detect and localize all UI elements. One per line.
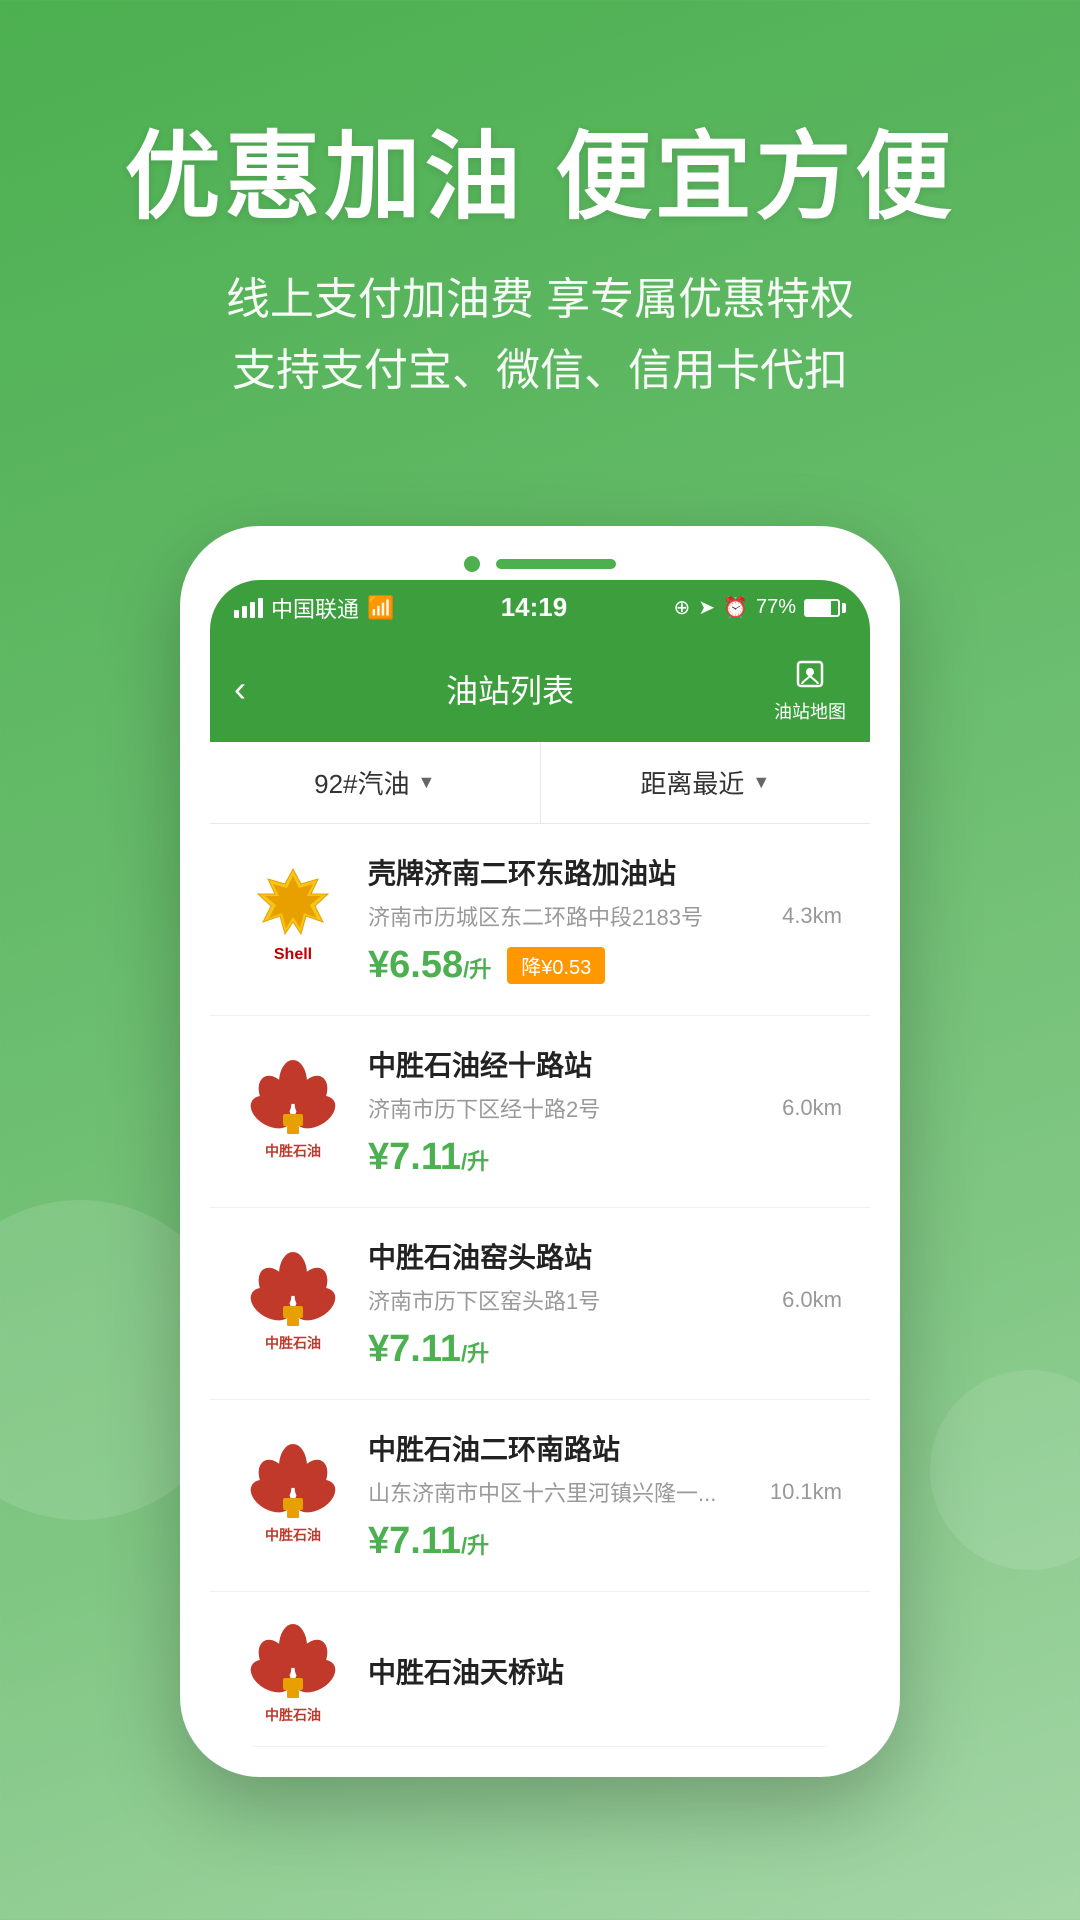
- zhongsheng-logo-svg-2: 中胜石油: [243, 1056, 343, 1166]
- station-item[interactable]: 中胜石油 中胜石油天桥站: [210, 1592, 870, 1747]
- station-item[interactable]: 中胜石油 中胜石油经十路站 济南市历下区经十路2号 6.0km ¥7.11/升: [210, 1016, 870, 1208]
- fuel-type-label: 92#汽油: [314, 764, 409, 801]
- battery-fill: [806, 601, 831, 615]
- station-3-name: 中胜石油窑头路站: [368, 1236, 842, 1276]
- signal-bar-3: [250, 602, 255, 618]
- phone-frame: 中国联通 📶 14:19 ⊕ ➤ ⏰ 77%: [180, 526, 900, 1777]
- phone-camera: [464, 556, 480, 572]
- battery-percent: 77%: [756, 596, 796, 619]
- station-3-address-row: 济南市历下区窑头路1号 6.0km: [368, 1284, 842, 1316]
- station-3-info: 中胜石油窑头路站 济南市历下区窑头路1号 6.0km ¥7.11/升: [368, 1236, 842, 1371]
- svg-text:中胜石油: 中胜石油: [265, 1335, 321, 1351]
- station-1-price: ¥6.58/升: [368, 944, 491, 987]
- battery-body: [804, 599, 840, 617]
- sort-arrow: ▼: [752, 772, 770, 793]
- station-5-name: 中胜石油天桥站: [368, 1651, 842, 1691]
- station-1-info: 壳牌济南二环东路加油站 济南市历城区东二环路中段2183号 4.3km ¥6.5…: [368, 852, 842, 987]
- station-2-address: 济南市历下区经十路2号: [368, 1092, 600, 1124]
- phone-screen: 中国联通 📶 14:19 ⊕ ➤ ⏰ 77%: [210, 580, 870, 1747]
- signal-bar-2: [242, 606, 247, 618]
- status-bar: 中国联通 📶 14:19 ⊕ ➤ ⏰ 77%: [210, 580, 870, 636]
- station-3-address: 济南市历下区窑头路1号: [368, 1284, 600, 1316]
- signal-bar-1: [234, 610, 239, 618]
- station-2-info: 中胜石油经十路站 济南市历下区经十路2号 6.0km ¥7.11/升: [368, 1044, 842, 1179]
- station-item[interactable]: Shell 壳牌济南二环东路加油站 济南市历城区东二环路中段2183号 4.3k…: [210, 824, 870, 1016]
- station-item[interactable]: 中胜石油 中胜石油二环南路站 山东济南市中区十六里河镇兴隆一... 10.1km…: [210, 1400, 870, 1592]
- wifi-icon: 📶: [367, 595, 394, 621]
- hero-section: 优惠加油 便宜方便 线上支付加油费 享专属优惠特权 支持支付宝、微信、信用卡代扣: [0, 0, 1080, 466]
- svg-text:中胜石油: 中胜石油: [265, 1143, 321, 1159]
- station-1-discount: 降¥0.53: [507, 947, 605, 984]
- station-item[interactable]: 中胜石油 中胜石油窑头路站 济南市历下区窑头路1号 6.0km ¥7.11/升: [210, 1208, 870, 1400]
- signal-bar-4: [258, 598, 263, 618]
- status-right: ⊕ ➤ ⏰ 77%: [674, 595, 846, 620]
- map-label: 油站地图: [774, 698, 846, 724]
- signal-icon: [234, 598, 263, 618]
- station-5-info: 中胜石油天桥站: [368, 1651, 842, 1699]
- shell-logo-svg: Shell: [243, 864, 343, 974]
- station-3-price-row: ¥7.11/升: [368, 1328, 842, 1371]
- station-4-price: ¥7.11/升: [368, 1520, 489, 1563]
- station-4-name: 中胜石油二环南路站: [368, 1428, 842, 1468]
- phone-notch: [210, 556, 870, 572]
- station-3-distance: 6.0km: [782, 1287, 842, 1313]
- hero-subtitle-line1: 线上支付加油费 享专属优惠特权: [60, 265, 1020, 335]
- svg-text:中胜石油: 中胜石油: [265, 1527, 321, 1543]
- battery-icon: [804, 599, 846, 617]
- zhongsheng-logo-svg-3: 中胜石油: [243, 1248, 343, 1358]
- status-time: 14:19: [501, 592, 568, 623]
- hero-subtitle-line2: 支持支付宝、微信、信用卡代扣: [60, 336, 1020, 406]
- sort-label: 距离最近: [640, 764, 744, 801]
- sort-filter[interactable]: 距离最近 ▼: [541, 742, 871, 823]
- station-2-address-row: 济南市历下区经十路2号 6.0km: [368, 1092, 842, 1124]
- station-3-price: ¥7.11/升: [368, 1328, 489, 1371]
- station-1-address: 济南市历城区东二环路中段2183号: [368, 900, 703, 932]
- location-icon: ⊕: [674, 595, 691, 620]
- battery-cap: [842, 603, 846, 613]
- station-1-address-row: 济南市历城区东二环路中段2183号 4.3km: [368, 900, 842, 932]
- station-4-info: 中胜石油二环南路站 山东济南市中区十六里河镇兴隆一... 10.1km ¥7.1…: [368, 1428, 842, 1563]
- fuel-type-filter[interactable]: 92#汽油 ▼: [210, 742, 541, 823]
- svg-text:Shell: Shell: [274, 946, 312, 963]
- station-1-price-row: ¥6.58/升 降¥0.53: [368, 944, 842, 987]
- phone-speaker: [496, 559, 616, 569]
- status-left: 中国联通 📶: [234, 592, 394, 624]
- station-logo-zhongsheng-2: 中胜石油: [238, 1056, 348, 1166]
- nav-icon: ➤: [698, 595, 715, 620]
- carrier-name: 中国联通: [271, 592, 359, 624]
- alarm-icon: ⏰: [723, 595, 748, 620]
- hero-title: 优惠加油 便宜方便: [60, 120, 1020, 235]
- station-4-price-row: ¥7.11/升: [368, 1520, 842, 1563]
- fuel-type-arrow: ▼: [418, 772, 436, 793]
- phone-container: 中国联通 📶 14:19 ⊕ ➤ ⏰ 77%: [0, 526, 1080, 1777]
- station-logo-zhongsheng-3: 中胜石油: [238, 1248, 348, 1358]
- station-2-price-row: ¥7.11/升: [368, 1136, 842, 1179]
- station-4-address-row: 山东济南市中区十六里河镇兴隆一... 10.1km: [368, 1476, 842, 1508]
- map-icon: [790, 654, 830, 694]
- station-logo-zhongsheng-4: 中胜石油: [238, 1440, 348, 1550]
- filter-bar: 92#汽油 ▼ 距离最近 ▼: [210, 742, 870, 824]
- station-1-distance: 4.3km: [782, 903, 842, 929]
- station-2-name: 中胜石油经十路站: [368, 1044, 842, 1084]
- station-4-distance: 10.1km: [770, 1479, 842, 1505]
- station-2-distance: 6.0km: [782, 1095, 842, 1121]
- map-button[interactable]: 油站地图: [774, 654, 846, 724]
- station-1-name: 壳牌济南二环东路加油站: [368, 852, 842, 892]
- zhongsheng-logo-svg-4: 中胜石油: [243, 1440, 343, 1550]
- station-logo-zhongsheng-5: 中胜石油: [238, 1620, 348, 1730]
- hero-subtitle: 线上支付加油费 享专属优惠特权 支持支付宝、微信、信用卡代扣: [60, 265, 1020, 406]
- page-title: 油站列表: [446, 666, 574, 712]
- svg-text:中胜石油: 中胜石油: [265, 1707, 321, 1723]
- back-button[interactable]: ‹: [234, 668, 246, 710]
- zhongsheng-logo-svg-5: 中胜石油: [243, 1620, 343, 1730]
- station-list: Shell 壳牌济南二环东路加油站 济南市历城区东二环路中段2183号 4.3k…: [210, 824, 870, 1747]
- app-header: ‹ 油站列表 油站地图: [210, 636, 870, 742]
- station-4-address: 山东济南市中区十六里河镇兴隆一...: [368, 1476, 716, 1508]
- station-logo-shell: Shell: [238, 864, 348, 974]
- station-2-price: ¥7.11/升: [368, 1136, 489, 1179]
